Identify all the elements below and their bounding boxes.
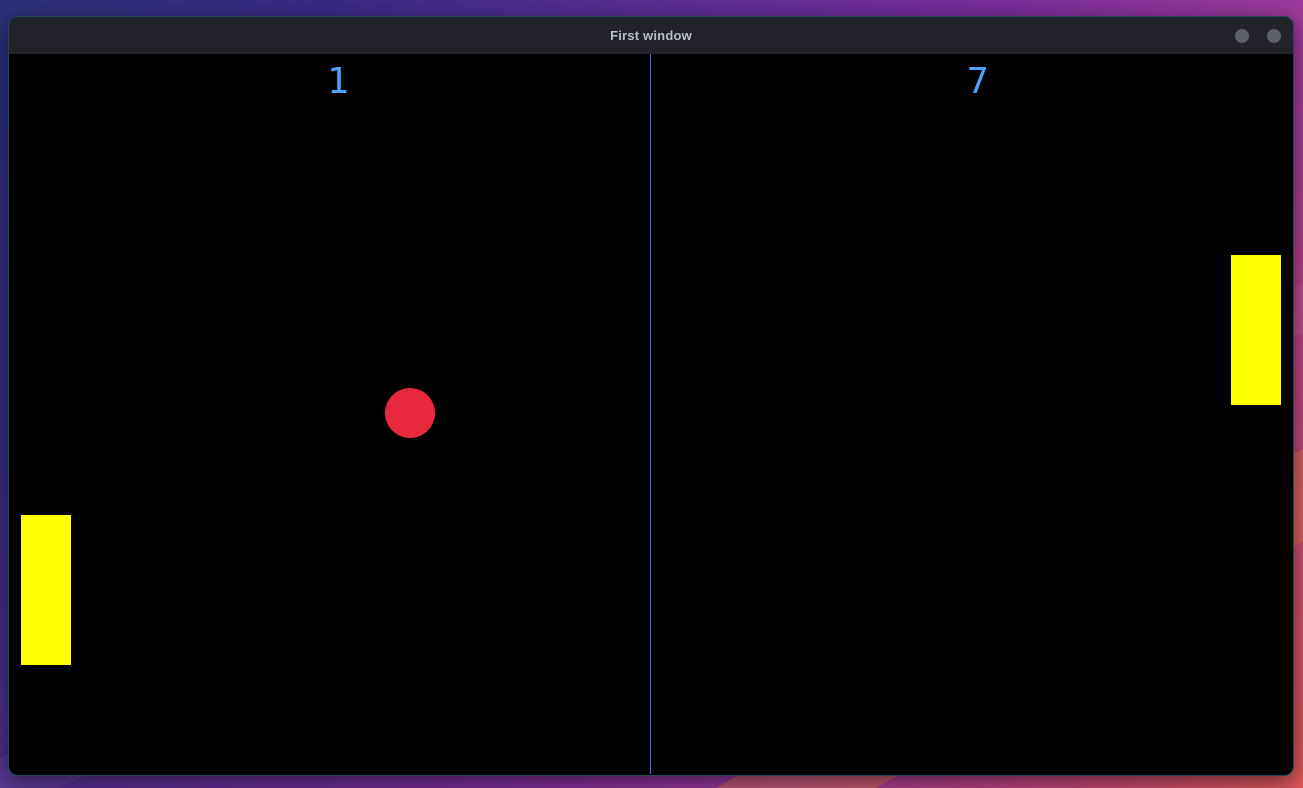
center-net: [650, 54, 651, 774]
right-paddle: [1231, 255, 1281, 405]
close-button[interactable]: [1267, 29, 1281, 43]
left-paddle: [21, 515, 71, 665]
ball: [385, 388, 435, 438]
window-title: First window: [610, 28, 692, 43]
left-player-score: 1: [327, 61, 349, 102]
title-bar[interactable]: First window: [9, 17, 1293, 54]
game-window: First window 1 7: [8, 16, 1294, 776]
right-player-score: 7: [967, 61, 989, 102]
game-field: 1 7: [11, 54, 1291, 774]
minimize-button[interactable]: [1235, 29, 1249, 43]
